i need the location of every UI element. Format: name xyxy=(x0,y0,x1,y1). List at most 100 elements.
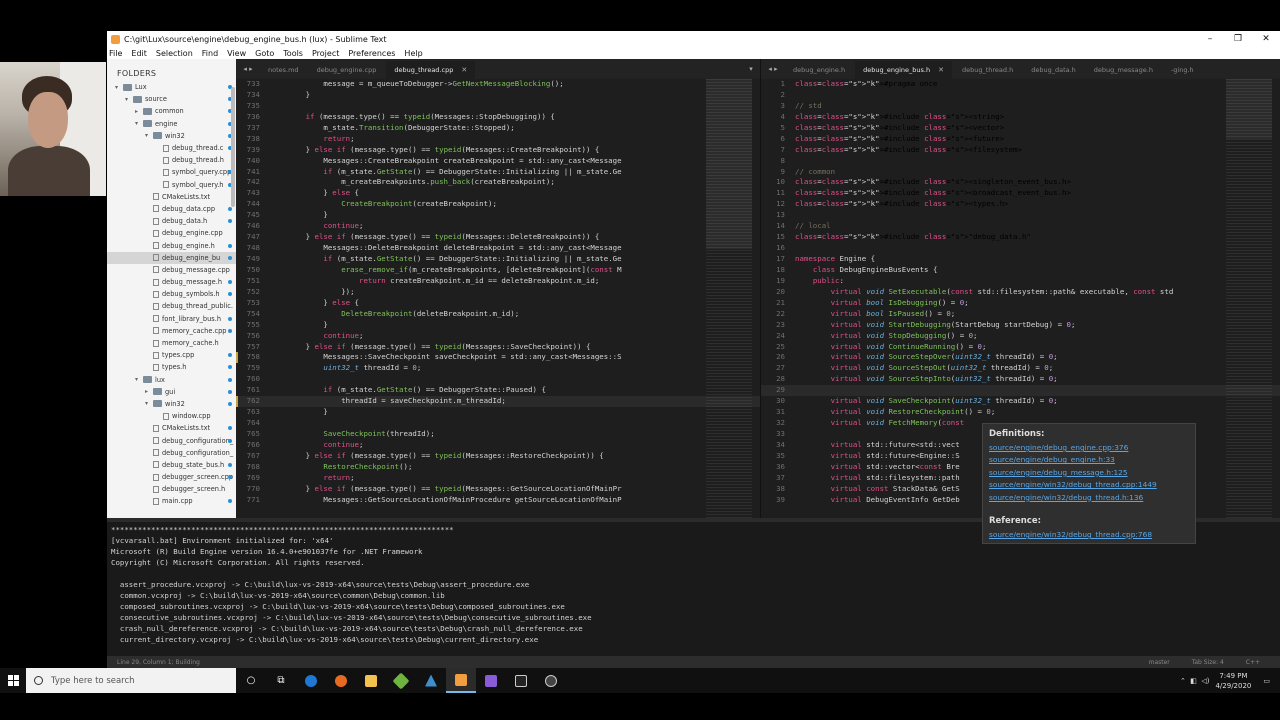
taskbar-search-box[interactable]: Type here to search xyxy=(26,668,236,693)
sidebar-file[interactable]: font_library_bus.h xyxy=(107,313,236,325)
edge-icon[interactable] xyxy=(296,668,326,693)
sidebar-folder[interactable]: ▸ common xyxy=(107,105,236,117)
sidebar-file[interactable]: CMakeLists.txt xyxy=(107,191,236,203)
definition-link[interactable]: source/engine/win32/debug_thread.cpp:144… xyxy=(989,479,1189,491)
sidebar-file[interactable]: debug_thread_public. xyxy=(107,300,236,312)
chevron-right-icon[interactable]: ▸ xyxy=(145,388,151,395)
file-tab[interactable]: debug_data.h xyxy=(1023,61,1084,79)
volume-icon[interactable]: ◁) xyxy=(1201,677,1209,685)
sidebar-folder[interactable]: ▾ win32 xyxy=(107,398,236,410)
file-tab[interactable]: debug_engine_bus.h ✕ xyxy=(855,61,952,79)
sidebar-folder[interactable]: ▾ win32 xyxy=(107,130,236,142)
tab-scroll-arrows[interactable]: ◂ ▸ xyxy=(761,65,785,73)
network-icon[interactable]: ◧ xyxy=(1190,677,1197,685)
chevron-right-icon[interactable]: ▸ xyxy=(135,108,141,115)
tab-scroll-arrows[interactable]: ◂ ▸ xyxy=(236,65,260,73)
visual-studio-icon[interactable] xyxy=(476,668,506,693)
chevron-down-icon[interactable]: ▾ xyxy=(125,96,131,103)
file-tab[interactable]: debug_engine.cpp xyxy=(309,61,385,79)
menu-help[interactable]: Help xyxy=(404,49,422,58)
minimize-button[interactable]: – xyxy=(1196,34,1224,44)
tab-list-dropdown[interactable]: ▾ xyxy=(742,65,760,73)
sidebar-file[interactable]: symbol_query.h xyxy=(107,179,236,191)
file-explorer-icon[interactable] xyxy=(356,668,386,693)
menu-file[interactable]: File xyxy=(109,49,122,58)
sidebar-file[interactable]: debug_message.cpp xyxy=(107,264,236,276)
start-button[interactable] xyxy=(0,668,26,693)
chevron-down-icon[interactable]: ▾ xyxy=(135,120,141,127)
minimap[interactable] xyxy=(1226,79,1272,537)
sidebar-file[interactable]: debug_data.h xyxy=(107,215,236,227)
chevron-down-icon[interactable]: ▾ xyxy=(135,376,141,383)
close-tab-icon[interactable]: ✕ xyxy=(938,66,944,74)
sidebar-file[interactable]: debug_thread.c xyxy=(107,142,236,154)
close-button[interactable]: ✕ xyxy=(1252,34,1280,44)
sidebar-file[interactable]: debug_configuration_ xyxy=(107,447,236,459)
sidebar-file[interactable]: debug_message.h xyxy=(107,276,236,288)
reference-link[interactable]: source/engine/win32/debug_thread.cpp:768 xyxy=(989,529,1189,541)
status-tab-size[interactable]: Tab Size: 4 xyxy=(1192,659,1224,666)
minimap[interactable] xyxy=(706,79,752,537)
sidebar-file[interactable]: debug_configuration_ xyxy=(107,434,236,446)
sidebar-file[interactable]: CMakeLists.txt xyxy=(107,422,236,434)
sidebar-file[interactable]: debug_data.cpp xyxy=(107,203,236,215)
sidebar-folder[interactable]: ▸ gui xyxy=(107,386,236,398)
file-tab[interactable]: notes.md xyxy=(260,61,307,79)
file-tab[interactable]: debug_thread.cpp ✕ xyxy=(386,61,476,79)
menu-goto[interactable]: Goto xyxy=(255,49,274,58)
menu-tools[interactable]: Tools xyxy=(283,49,303,58)
git-icon[interactable] xyxy=(386,668,416,693)
sidebar-file[interactable]: debug_engine.cpp xyxy=(107,227,236,239)
code-view-left[interactable]: 733 message = m_queueToDebugger->GetNext… xyxy=(236,79,760,537)
task-view-icon[interactable]: ⧉ xyxy=(266,668,296,693)
file-tab[interactable]: debug_engine.h xyxy=(785,61,853,79)
file-tab[interactable]: debug_message.h xyxy=(1086,61,1161,79)
sidebar-file[interactable]: window.cpp xyxy=(107,410,236,422)
definition-link[interactable]: source/engine/debug_engine.h:33 xyxy=(989,454,1189,466)
menu-view[interactable]: View xyxy=(227,49,246,58)
definition-link[interactable]: source/engine/debug_message.h:125 xyxy=(989,467,1189,479)
status-syntax[interactable]: C++ xyxy=(1246,659,1260,666)
sidebar-file[interactable]: debug_symbols.h xyxy=(107,288,236,300)
firefox-icon[interactable] xyxy=(326,668,356,693)
definition-link[interactable]: source/engine/debug_engine.cpp:376 xyxy=(989,442,1189,454)
show-hidden-icons-icon[interactable]: ⌃ xyxy=(1180,677,1186,685)
close-tab-icon[interactable]: ✕ xyxy=(461,66,467,74)
sidebar-file[interactable]: memory_cache.h xyxy=(107,337,236,349)
sidebar-folder[interactable]: ▾ Lux xyxy=(107,81,236,93)
cortana-icon[interactable]: ○ xyxy=(236,668,266,693)
menu-edit[interactable]: Edit xyxy=(131,49,147,58)
chevron-down-icon[interactable]: ▾ xyxy=(115,84,121,91)
notifications-icon[interactable]: ▭ xyxy=(1263,677,1270,685)
status-branch[interactable]: master xyxy=(1149,659,1170,666)
maximize-button[interactable]: ❐ xyxy=(1224,34,1252,44)
file-tab[interactable]: debug_thread.h xyxy=(954,61,1021,79)
sidebar-file[interactable]: debug_state_bus.h xyxy=(107,459,236,471)
sidebar-file[interactable]: debug_engine.h xyxy=(107,239,236,251)
sidebar-file[interactable]: debug_thread.h xyxy=(107,154,236,166)
cmake-icon[interactable] xyxy=(416,668,446,693)
sidebar-file[interactable]: debug_engine_bu xyxy=(107,251,236,264)
sublime-text-icon[interactable] xyxy=(446,668,476,693)
sidebar-file[interactable]: debugger_screen.cpp xyxy=(107,471,236,483)
sidebar-file[interactable]: types.h xyxy=(107,361,236,373)
chevron-down-icon[interactable]: ▾ xyxy=(145,400,151,407)
clock[interactable]: 7:49 PM 4/29/2020 xyxy=(1215,671,1251,691)
sidebar-file[interactable]: types.cpp xyxy=(107,349,236,361)
menu-find[interactable]: Find xyxy=(202,49,218,58)
sidebar-file[interactable]: symbol_query.cpp xyxy=(107,166,236,178)
sidebar-folder[interactable]: ▾ source xyxy=(107,93,236,105)
sidebar-folder[interactable]: ▾ engine xyxy=(107,118,236,130)
file-tab[interactable]: -ging.h xyxy=(1163,61,1202,79)
sidebar-scrollbar[interactable] xyxy=(231,87,235,207)
sidebar-folder[interactable]: ▾ lux xyxy=(107,374,236,386)
menu-preferences[interactable]: Preferences xyxy=(348,49,395,58)
terminal-icon[interactable] xyxy=(506,668,536,693)
menu-project[interactable]: Project xyxy=(312,49,339,58)
sidebar-file[interactable]: debugger_screen.h xyxy=(107,483,236,495)
obs-icon[interactable] xyxy=(536,668,566,693)
menu-selection[interactable]: Selection xyxy=(156,49,193,58)
chevron-down-icon[interactable]: ▾ xyxy=(145,132,151,139)
definition-link[interactable]: source/engine/win32/debug_thread.h:136 xyxy=(989,492,1189,504)
sidebar-file[interactable]: memory_cache.cpp xyxy=(107,325,236,337)
